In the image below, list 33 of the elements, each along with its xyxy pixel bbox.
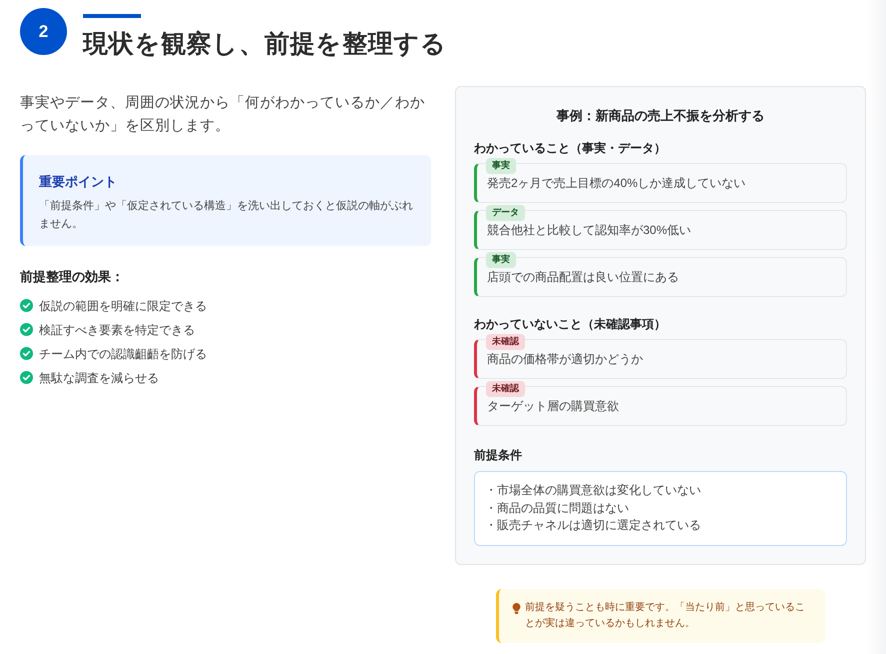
premise-item: ・販売チャネルは適切に選定されている	[485, 517, 702, 534]
finding-text: 発売2ヶ月で売上目標の40%しか達成していない	[487, 175, 746, 192]
key-point-text: 「前提条件」や「仮定されている構造」を洗い出しておくと仮説の軸がぶれません。	[39, 198, 414, 232]
finding-tag: データ	[486, 205, 525, 220]
section-title: 現状を観察し、前提を整理する	[83, 29, 447, 60]
lightbulb-icon	[512, 602, 521, 614]
finding-tag: 未確認	[486, 334, 525, 350]
effect-item: 仮説の範囲を明確に限定できる	[39, 298, 207, 314]
step-number-badge: 2	[20, 8, 67, 55]
example-title: 事例：新商品の売上不振を分析する	[556, 106, 766, 125]
effect-item: 無駄な調査を減らせる	[39, 370, 159, 386]
intro-text: 事実やデータ、周囲の状況から「何がわかっているか／わかっていないか」を区別します。	[20, 94, 426, 136]
effect-item: チーム内での認識齟齬を防げる	[39, 346, 207, 362]
tip-text: 前提を疑うことも時に重要です。「当たり前」と思っていることが実は違っているかもしれません。	[525, 600, 806, 630]
finding-text: 競合他社と比較して認知率が30%低い	[487, 222, 692, 239]
section-heading: わかっていること（事実・データ）	[474, 140, 667, 157]
effect-item: 検証すべき要素を特定できる	[39, 322, 195, 338]
check-icon	[20, 371, 33, 384]
finding-tag: 未確認	[486, 381, 525, 396]
effects-heading: 前提整理の効果：	[20, 268, 125, 286]
premise-item: ・市場全体の購買意欲は変化していない	[485, 482, 702, 499]
premise-item: ・商品の品質に問題はない	[485, 500, 630, 516]
finding-text: ターゲット層の購買意欲	[487, 398, 619, 415]
finding-text: 商品の価格帯が適切かどうか	[487, 351, 643, 368]
check-icon	[20, 323, 33, 336]
key-point-title: 重要ポイント	[39, 172, 118, 190]
check-icon	[20, 299, 33, 312]
check-icon	[20, 347, 33, 360]
finding-tag: 事実	[486, 158, 516, 174]
finding-tag: 事実	[486, 252, 516, 268]
finding-text: 店頭での商品配置は良い位置にある	[487, 269, 679, 286]
section-heading: わかっていないこと（未確認事項）	[474, 316, 667, 333]
section-heading: 前提条件	[474, 447, 523, 464]
